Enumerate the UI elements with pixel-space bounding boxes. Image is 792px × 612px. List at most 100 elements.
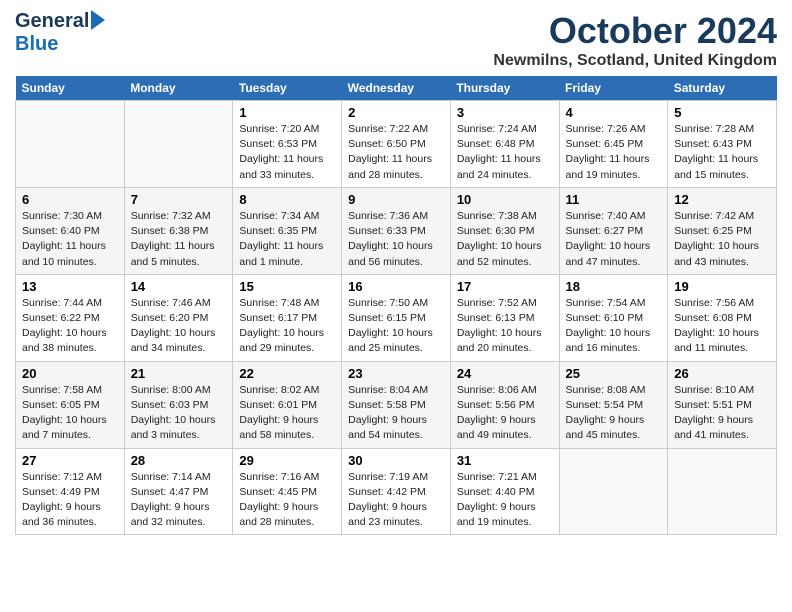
- day-info: Sunrise: 7:52 AM Sunset: 6:13 PM Dayligh…: [457, 296, 553, 357]
- day-info: Sunrise: 8:00 AM Sunset: 6:03 PM Dayligh…: [131, 383, 227, 444]
- day-info: Sunrise: 7:20 AM Sunset: 6:53 PM Dayligh…: [239, 122, 335, 183]
- day-info: Sunrise: 7:54 AM Sunset: 6:10 PM Dayligh…: [566, 296, 662, 357]
- day-number: 24: [457, 366, 553, 381]
- day-number: 17: [457, 279, 553, 294]
- calendar-cell: [16, 101, 125, 188]
- day-number: 18: [566, 279, 662, 294]
- day-info: Sunrise: 7:24 AM Sunset: 6:48 PM Dayligh…: [457, 122, 553, 183]
- day-info: Sunrise: 7:42 AM Sunset: 6:25 PM Dayligh…: [674, 209, 770, 270]
- day-info: Sunrise: 7:34 AM Sunset: 6:35 PM Dayligh…: [239, 209, 335, 270]
- day-number: 21: [131, 366, 227, 381]
- calendar-cell: 4Sunrise: 7:26 AM Sunset: 6:45 PM Daylig…: [559, 101, 668, 188]
- calendar-cell: 29 Sunrise: 7:16 AM Sunset: 4:45 PM Dayli…: [233, 448, 342, 535]
- day-number: 16: [348, 279, 444, 294]
- col-header-monday: Monday: [124, 76, 233, 101]
- day-info: Sunrise: 7:30 AM Sunset: 6:40 PM Dayligh…: [22, 209, 118, 270]
- day-number: 8: [239, 192, 335, 207]
- calendar-cell: 7 Sunrise: 7:32 AM Sunset: 6:38 PM Daylig…: [124, 187, 233, 274]
- day-info: Sunrise: 7:28 AM Sunset: 6:43 PM Dayligh…: [674, 122, 770, 183]
- logo-general-text: General: [15, 10, 89, 33]
- day-number: 5: [674, 105, 770, 120]
- calendar-cell: 12 Sunrise: 7:42 AM Sunset: 6:25 PM Dayli…: [668, 187, 777, 274]
- day-info: Sunrise: 7:32 AM Sunset: 6:38 PM Dayligh…: [131, 209, 227, 270]
- day-number: 9: [348, 192, 444, 207]
- day-number: 20: [22, 366, 118, 381]
- day-number: 14: [131, 279, 227, 294]
- calendar-cell: 24 Sunrise: 8:06 AM Sunset: 5:56 PM Dayli…: [450, 361, 559, 448]
- calendar-cell: [559, 448, 668, 535]
- calendar-week-row: 27Sunrise: 7:12 AM Sunset: 4:49 PM Dayli…: [16, 448, 777, 535]
- calendar-week-row: 6 Sunrise: 7:30 AM Sunset: 6:40 PM Daylig…: [16, 187, 777, 274]
- day-info: Sunrise: 8:02 AM Sunset: 6:01 PM Dayligh…: [239, 383, 335, 444]
- month-title: October 2024: [493, 10, 777, 52]
- day-info: Sunrise: 8:08 AM Sunset: 5:54 PM Dayligh…: [566, 383, 662, 444]
- calendar-cell: 15Sunrise: 7:48 AM Sunset: 6:17 PM Dayli…: [233, 274, 342, 361]
- calendar-cell: 13 Sunrise: 7:44 AM Sunset: 6:22 PM Dayli…: [16, 274, 125, 361]
- day-number: 30: [348, 453, 444, 468]
- calendar-week-row: 13 Sunrise: 7:44 AM Sunset: 6:22 PM Dayli…: [16, 274, 777, 361]
- day-number: 25: [566, 366, 662, 381]
- day-number: 3: [457, 105, 553, 120]
- day-info: Sunrise: 7:26 AM Sunset: 6:45 PM Dayligh…: [566, 122, 662, 183]
- day-number: 6: [22, 192, 118, 207]
- title-block: October 2024 Newmilns, Scotland, United …: [493, 10, 777, 70]
- calendar-cell: 23Sunrise: 8:04 AM Sunset: 5:58 PM Dayli…: [342, 361, 451, 448]
- calendar-cell: 11 Sunrise: 7:40 AM Sunset: 6:27 PM Dayli…: [559, 187, 668, 274]
- day-info: Sunrise: 7:19 AM Sunset: 4:42 PM Dayligh…: [348, 470, 444, 531]
- day-info: Sunrise: 7:50 AM Sunset: 6:15 PM Dayligh…: [348, 296, 444, 357]
- calendar-cell: 31Sunrise: 7:21 AM Sunset: 4:40 PM Dayli…: [450, 448, 559, 535]
- day-number: 28: [131, 453, 227, 468]
- calendar-cell: 3 Sunrise: 7:24 AM Sunset: 6:48 PM Daylig…: [450, 101, 559, 188]
- day-number: 19: [674, 279, 770, 294]
- col-header-saturday: Saturday: [668, 76, 777, 101]
- calendar-header-row: SundayMondayTuesdayWednesdayThursdayFrid…: [16, 76, 777, 101]
- day-info: Sunrise: 7:56 AM Sunset: 6:08 PM Dayligh…: [674, 296, 770, 357]
- day-info: Sunrise: 7:36 AM Sunset: 6:33 PM Dayligh…: [348, 209, 444, 270]
- day-number: 22: [239, 366, 335, 381]
- day-number: 10: [457, 192, 553, 207]
- col-header-friday: Friday: [559, 76, 668, 101]
- calendar-cell: 17 Sunrise: 7:52 AM Sunset: 6:13 PM Dayli…: [450, 274, 559, 361]
- calendar-cell: 8 Sunrise: 7:34 AM Sunset: 6:35 PM Daylig…: [233, 187, 342, 274]
- page-header: General Blue October 2024 Newmilns, Scot…: [15, 10, 777, 70]
- calendar-table: SundayMondayTuesdayWednesdayThursdayFrid…: [15, 76, 777, 535]
- calendar-cell: 2Sunrise: 7:22 AM Sunset: 6:50 PM Daylig…: [342, 101, 451, 188]
- col-header-thursday: Thursday: [450, 76, 559, 101]
- calendar-cell: 18 Sunrise: 7:54 AM Sunset: 6:10 PM Dayli…: [559, 274, 668, 361]
- day-number: 31: [457, 453, 553, 468]
- calendar-week-row: 1Sunrise: 7:20 AM Sunset: 6:53 PM Daylig…: [16, 101, 777, 188]
- calendar-cell: 16 Sunrise: 7:50 AM Sunset: 6:15 PM Dayli…: [342, 274, 451, 361]
- day-info: Sunrise: 7:58 AM Sunset: 6:05 PM Dayligh…: [22, 383, 118, 444]
- day-number: 29: [239, 453, 335, 468]
- calendar-cell: 19 Sunrise: 7:56 AM Sunset: 6:08 PM Dayli…: [668, 274, 777, 361]
- calendar-cell: 10 Sunrise: 7:38 AM Sunset: 6:30 PM Dayli…: [450, 187, 559, 274]
- calendar-cell: 9 Sunrise: 7:36 AM Sunset: 6:33 PM Daylig…: [342, 187, 451, 274]
- day-number: 12: [674, 192, 770, 207]
- calendar-cell: [124, 101, 233, 188]
- day-info: Sunrise: 7:40 AM Sunset: 6:27 PM Dayligh…: [566, 209, 662, 270]
- location: Newmilns, Scotland, United Kingdom: [493, 52, 777, 70]
- calendar-cell: 27Sunrise: 7:12 AM Sunset: 4:49 PM Dayli…: [16, 448, 125, 535]
- calendar-cell: 21 Sunrise: 8:00 AM Sunset: 6:03 PM Dayli…: [124, 361, 233, 448]
- col-header-sunday: Sunday: [16, 76, 125, 101]
- calendar-cell: 6 Sunrise: 7:30 AM Sunset: 6:40 PM Daylig…: [16, 187, 125, 274]
- day-info: Sunrise: 8:10 AM Sunset: 5:51 PM Dayligh…: [674, 383, 770, 444]
- day-number: 11: [566, 192, 662, 207]
- calendar-cell: 25 Sunrise: 8:08 AM Sunset: 5:54 PM Dayli…: [559, 361, 668, 448]
- day-info: Sunrise: 8:04 AM Sunset: 5:58 PM Dayligh…: [348, 383, 444, 444]
- calendar-cell: 28Sunrise: 7:14 AM Sunset: 4:47 PM Dayli…: [124, 448, 233, 535]
- day-info: Sunrise: 7:44 AM Sunset: 6:22 PM Dayligh…: [22, 296, 118, 357]
- day-info: Sunrise: 7:38 AM Sunset: 6:30 PM Dayligh…: [457, 209, 553, 270]
- day-number: 2: [348, 105, 444, 120]
- col-header-wednesday: Wednesday: [342, 76, 451, 101]
- day-number: 13: [22, 279, 118, 294]
- calendar-cell: 20 Sunrise: 7:58 AM Sunset: 6:05 PM Dayli…: [16, 361, 125, 448]
- col-header-tuesday: Tuesday: [233, 76, 342, 101]
- day-number: 15: [239, 279, 335, 294]
- calendar-cell: 5 Sunrise: 7:28 AM Sunset: 6:43 PM Daylig…: [668, 101, 777, 188]
- day-number: 7: [131, 192, 227, 207]
- day-info: Sunrise: 7:16 AM Sunset: 4:45 PM Dayligh…: [239, 470, 335, 531]
- day-info: Sunrise: 8:06 AM Sunset: 5:56 PM Dayligh…: [457, 383, 553, 444]
- logo: General Blue: [15, 10, 105, 56]
- calendar-cell: 22 Sunrise: 8:02 AM Sunset: 6:01 PM Dayli…: [233, 361, 342, 448]
